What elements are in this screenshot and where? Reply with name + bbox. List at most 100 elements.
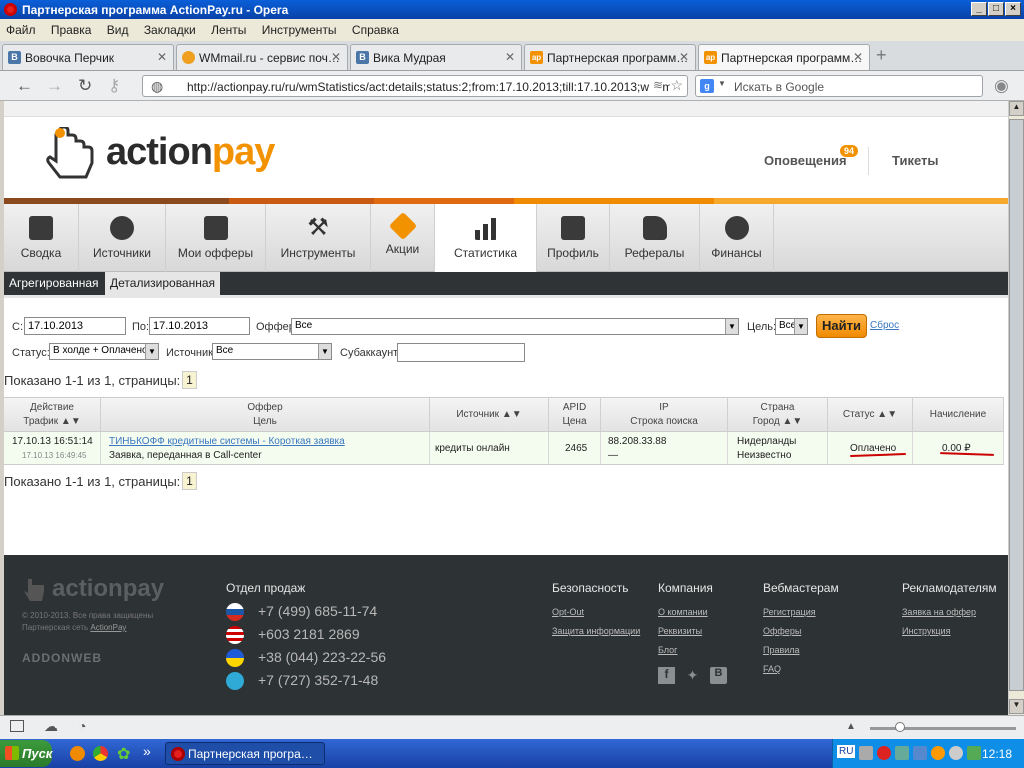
scroll-down-icon[interactable]: ▼ <box>1009 699 1024 714</box>
footer-link[interactable]: Opt-Out <box>552 607 584 617</box>
address-bar[interactable]: ◍ http://actionpay.ru/ru/wmStatistics/ac… <box>142 75 688 97</box>
close-button[interactable]: × <box>1005 2 1021 16</box>
footer-link[interactable]: О компании <box>658 607 708 617</box>
close-tab-icon[interactable]: ✕ <box>331 50 341 64</box>
menu-help[interactable]: Справка <box>352 23 399 37</box>
browser-tab[interactable]: B Вовочка Перчик ✕ <box>2 44 174 70</box>
footer-link[interactable]: Заявка на оффер <box>902 607 976 617</box>
firefox-icon[interactable] <box>70 746 85 761</box>
notifications-link[interactable]: Оповещения <box>764 153 847 168</box>
language-indicator[interactable]: RU <box>837 745 856 758</box>
nav-finance[interactable]: Финансы <box>700 204 774 272</box>
zoom-slider[interactable] <box>870 727 1016 730</box>
zoom-arrow-icon[interactable]: ▲ <box>846 721 856 732</box>
network-icon[interactable] <box>895 746 909 760</box>
menu-tools[interactable]: Инструменты <box>262 23 337 37</box>
chrome-icon[interactable] <box>93 746 108 761</box>
tray-icon[interactable] <box>913 746 927 760</box>
nav-referrals[interactable]: Рефералы <box>610 204 700 272</box>
reset-link[interactable]: Сброс <box>870 320 899 331</box>
browser-tab[interactable]: WMmail.ru - сервис поч… ✕ <box>176 44 348 70</box>
taskbar-opera-window[interactable]: Партнерская програ… <box>165 742 325 765</box>
tab-detailed[interactable]: Детализированная <box>105 272 221 295</box>
footer-link[interactable]: Офферы <box>763 626 801 636</box>
page-number-bottom[interactable]: 1 <box>182 472 197 490</box>
partner-link[interactable]: ActionPay <box>90 623 126 632</box>
hand-cursor-logo-icon[interactable] <box>46 127 100 185</box>
col-header-status[interactable]: Статус ▲▼ <box>828 398 913 432</box>
goal-select[interactable]: Все ▼ <box>775 318 808 335</box>
menu-edit[interactable]: Правка <box>51 23 92 37</box>
col-header-source[interactable]: Источник ▲▼ <box>430 398 549 432</box>
close-tab-icon[interactable]: ✕ <box>679 50 689 64</box>
quicklaunch-more-icon[interactable]: » <box>143 743 151 759</box>
subaccount-input[interactable] <box>397 343 525 362</box>
vk-icon[interactable]: B <box>710 667 727 684</box>
col-header-action[interactable]: Действие Трафик ▲▼ <box>4 398 101 432</box>
nav-promotions[interactable]: Акции <box>371 204 435 272</box>
cloud-icon[interactable]: ☁ <box>44 718 58 735</box>
footer-logo[interactable]: actionpay <box>52 575 164 603</box>
nav-tools[interactable]: ⚒ Инструменты <box>266 204 371 272</box>
find-button[interactable]: Найти <box>816 314 867 338</box>
nav-profile[interactable]: Профиль <box>537 204 610 272</box>
icq-icon[interactable]: ✿ <box>117 744 130 764</box>
nav-sources[interactable]: Источники <box>79 204 166 272</box>
forward-icon[interactable]: → <box>46 76 63 96</box>
speed-dial-icon[interactable]: ◔ <box>78 718 86 734</box>
logo[interactable]: actionpay <box>106 131 275 174</box>
page-number-top[interactable]: 1 <box>182 371 197 389</box>
footer-link[interactable]: Инструкция <box>902 626 950 636</box>
offer-select[interactable]: Все ▼ <box>291 318 739 335</box>
footer-link[interactable]: Блог <box>658 645 677 655</box>
scroll-up-icon[interactable]: ▲ <box>1009 101 1024 116</box>
status-select[interactable]: В холде + Оплачено ▼ <box>49 343 159 360</box>
panel-toggle-icon[interactable] <box>10 720 24 732</box>
from-date-input[interactable]: 17.10.2013 <box>24 317 126 335</box>
zoom-slider-handle[interactable] <box>895 722 905 732</box>
minimize-button[interactable]: _ <box>971 2 987 16</box>
rss-icon[interactable]: ≋ <box>648 78 663 92</box>
addonweb-logo[interactable]: ADDONWEB <box>22 651 102 665</box>
facebook-icon[interactable]: f <box>658 667 675 684</box>
start-button[interactable]: Пуск <box>0 740 52 767</box>
opera-menu-icon[interactable]: ◉ <box>994 76 1009 96</box>
col-header-country[interactable]: Страна Город ▲▼ <box>728 398 828 432</box>
source-select[interactable]: Все ▼ <box>212 343 332 360</box>
new-tab-icon[interactable]: + <box>876 45 887 66</box>
tray-icon[interactable] <box>859 746 873 760</box>
close-tab-icon[interactable]: ✕ <box>157 50 167 64</box>
tray-icon[interactable] <box>931 746 945 760</box>
menu-bookmarks[interactable]: Закладки <box>144 23 196 37</box>
menu-file[interactable]: Файл <box>6 23 36 37</box>
maximize-button[interactable]: □ <box>988 2 1004 16</box>
tray-icon[interactable] <box>967 746 981 760</box>
chevron-down-icon[interactable]: ▼ <box>718 79 726 88</box>
back-icon[interactable]: ← <box>16 76 33 96</box>
footer-link[interactable]: Правила <box>763 645 800 655</box>
offer-link[interactable]: ТИНЬКОФФ кредитные системы - Короткая за… <box>109 435 429 449</box>
nav-summary[interactable]: Сводка <box>4 204 79 272</box>
footer-link[interactable]: Реквизиты <box>658 626 702 636</box>
opera-tray-icon[interactable] <box>877 746 891 760</box>
nav-statistics[interactable]: Статистика <box>435 204 537 273</box>
menu-view[interactable]: Вид <box>107 23 129 37</box>
search-field[interactable]: g ▼ Искать в Google <box>695 75 983 97</box>
close-tab-icon[interactable]: ✕ <box>505 50 515 64</box>
reload-icon[interactable]: ↻ <box>78 76 92 96</box>
footer-link[interactable]: FAQ <box>763 664 781 674</box>
tickets-link[interactable]: Тикеты <box>892 153 938 168</box>
vertical-scrollbar[interactable]: ▲ ▼ <box>1008 101 1024 715</box>
bookmark-star-icon[interactable]: ☆ <box>670 77 683 94</box>
close-tab-icon[interactable]: ✕ <box>853 50 863 64</box>
scroll-thumb[interactable] <box>1009 119 1024 691</box>
browser-tab-active[interactable]: ap Партнерская программ… ✕ <box>698 44 870 70</box>
to-date-input[interactable]: 17.10.2013 <box>149 317 250 335</box>
footer-link[interactable]: Регистрация <box>763 607 816 617</box>
key-icon[interactable]: ⚷ <box>108 76 120 96</box>
browser-tab[interactable]: B Вика Мудрая ✕ <box>350 44 522 70</box>
twitter-icon[interactable]: ✦ <box>684 667 701 684</box>
tab-aggregated[interactable]: Агрегированная <box>4 272 104 295</box>
tray-icon[interactable] <box>949 746 963 760</box>
browser-tab[interactable]: ap Партнерская программ… ✕ <box>524 44 696 70</box>
